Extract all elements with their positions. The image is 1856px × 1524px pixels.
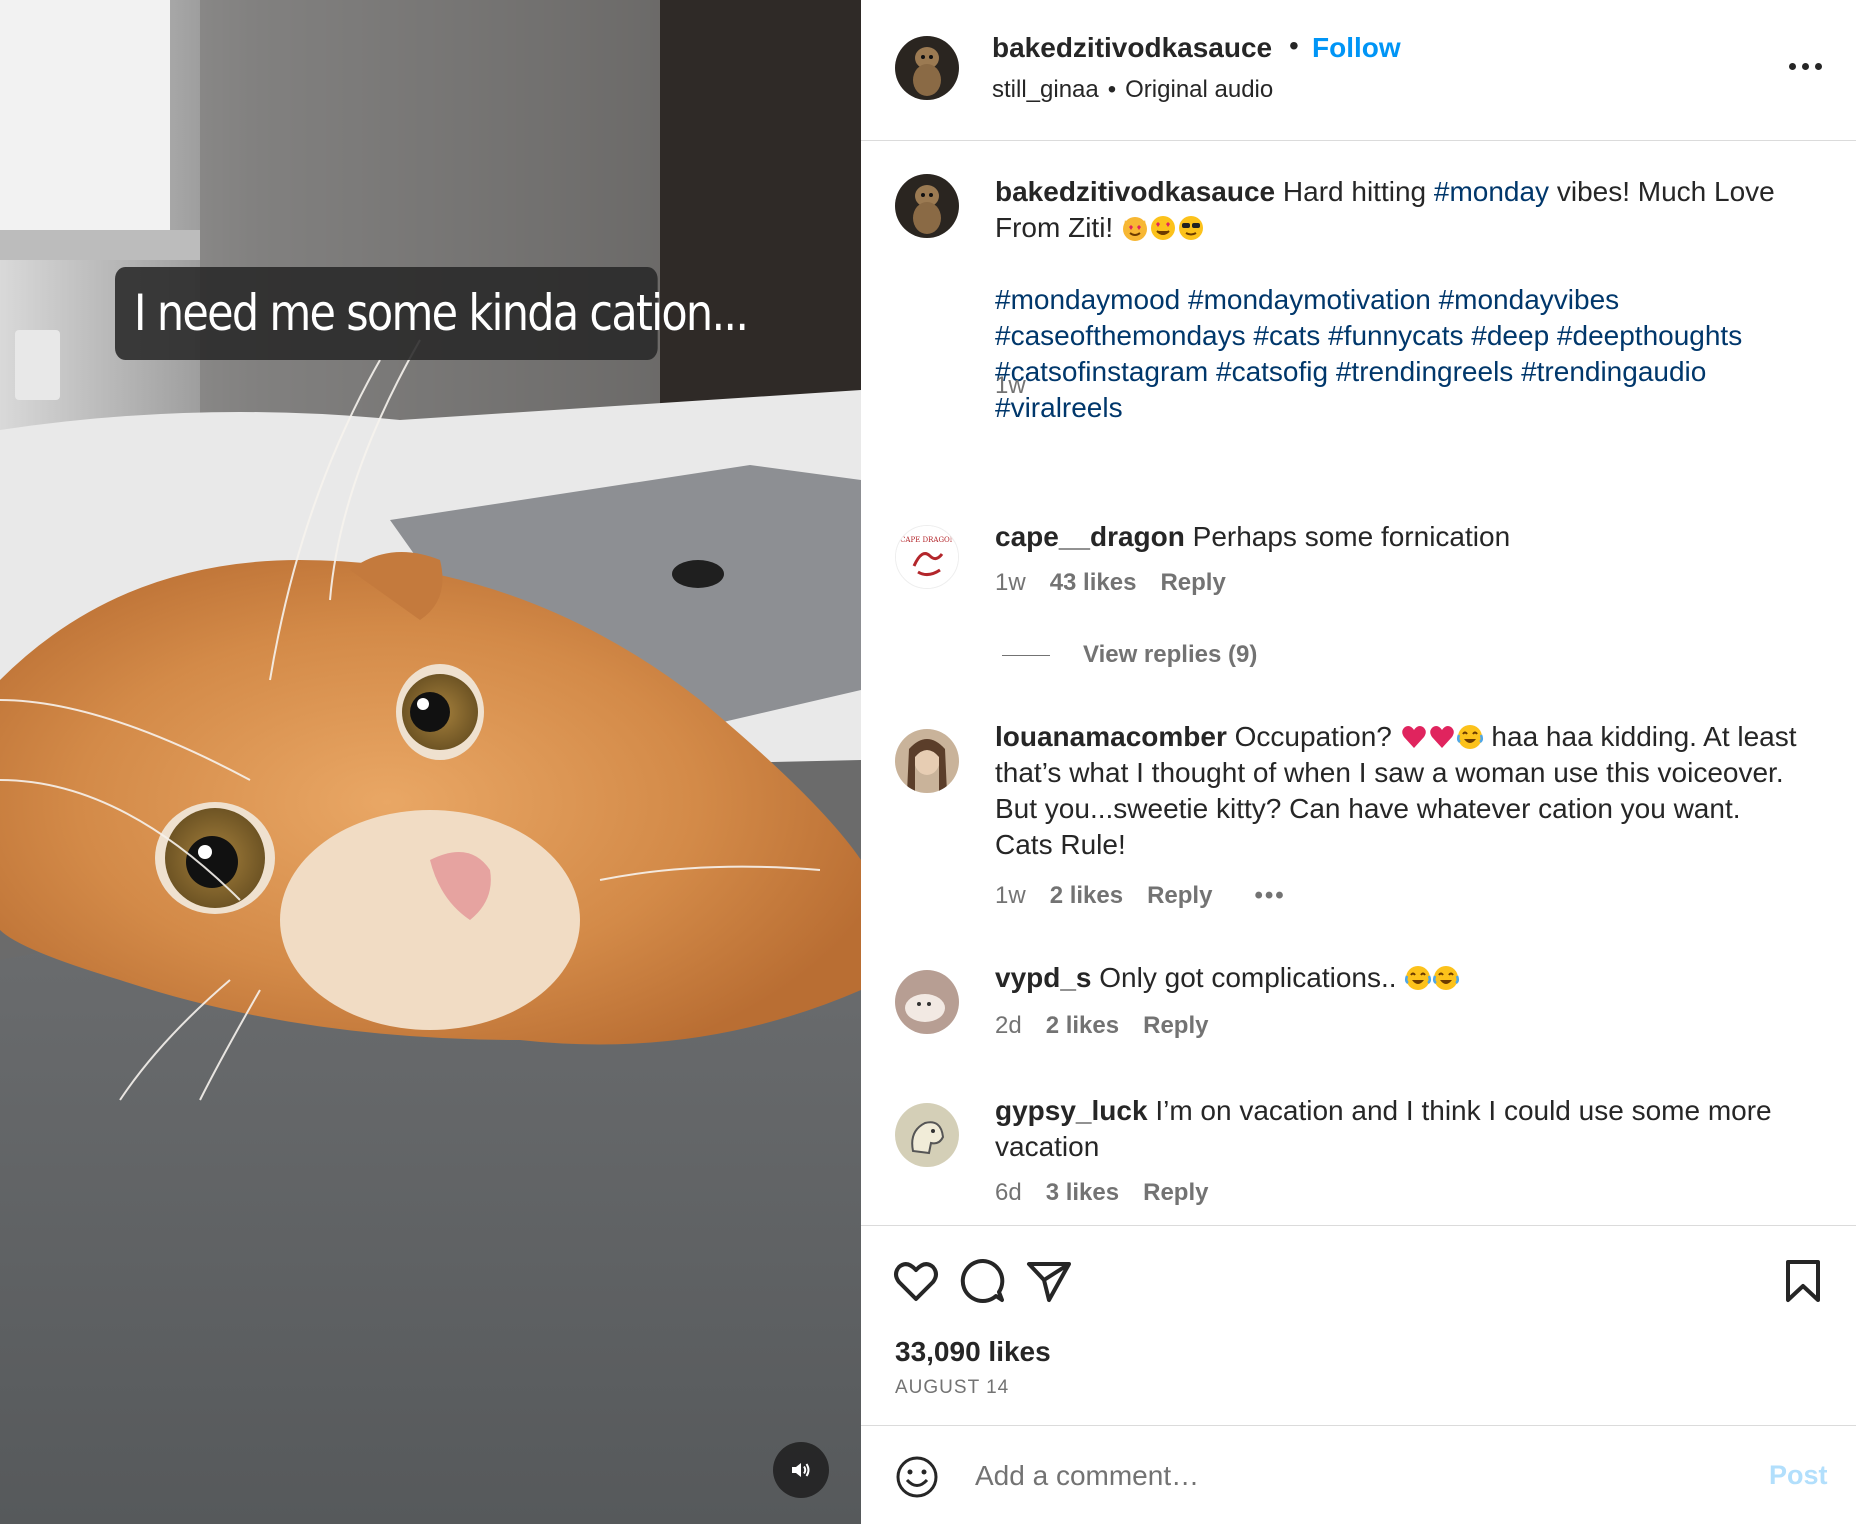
more-horizontal-icon [1788, 62, 1796, 70]
caption-body: Hard hitting [1282, 176, 1427, 207]
add-comment-bar: Post [861, 1425, 1856, 1524]
commenter-avatar[interactable] [895, 970, 959, 1034]
caption-meta: 1w [995, 372, 1050, 400]
speaker-icon [792, 1463, 810, 1477]
reply-button[interactable]: Reply [1160, 569, 1225, 596]
svg-text:CAPE DRAGON: CAPE DRAGON [900, 536, 956, 544]
post-actions: 33,090 likes AUGUST 14 [861, 1225, 1856, 1425]
comment-text: gypsy_luck I’m on vacation and I think I… [995, 1093, 1805, 1165]
comment-text: vypd_s Only got complications.. [995, 960, 1805, 996]
commenter-avatar[interactable]: CAPE DRAGON [895, 525, 959, 589]
comment-like-heart-icon[interactable] [1805, 678, 1831, 704]
hashtags-line[interactable]: #caseofthemondays #cats #funnycats #deep… [995, 318, 1805, 354]
heart-eyes-emoji-icon [1151, 216, 1175, 240]
commenter-username[interactable]: louanamacomber [995, 721, 1227, 752]
view-replies-label: View replies (9) [1083, 641, 1258, 668]
sunglasses-emoji-icon [1179, 216, 1203, 240]
comment-text: louanamacomber Occupation? haa haa kiddi… [995, 719, 1805, 863]
comment-likes[interactable]: 43 likes [1050, 569, 1137, 596]
author-avatar[interactable] [895, 36, 959, 100]
tears-of-joy-emoji-icon [1433, 966, 1460, 990]
comment-meta: 6d 3 likes Reply [995, 1179, 1232, 1207]
commenter-username[interactable]: gypsy_luck [995, 1095, 1148, 1126]
caption-text: bakedzitivodkasauce Hard hitting #monday… [995, 174, 1805, 426]
reply-button[interactable]: Reply [1143, 1179, 1208, 1206]
comment-likes[interactable]: 3 likes [1046, 1179, 1119, 1206]
follow-button[interactable]: Follow [1312, 32, 1401, 64]
author-username[interactable]: bakedzitivodkasauce [992, 32, 1272, 64]
hashtags-line[interactable]: #catsofinstagram #catsofig #trendingreel… [995, 354, 1805, 390]
commenter-avatar[interactable] [895, 729, 959, 793]
comment-body: Only got complications.. [1099, 962, 1397, 993]
comment-meta: 1w 2 likes Reply ••• [995, 882, 1310, 910]
tears-of-joy-emoji-icon [1456, 725, 1483, 749]
original-audio-link[interactable]: Original audio [1125, 76, 1273, 103]
paper-plane-icon[interactable] [1024, 1256, 1074, 1306]
comments-list[interactable]: bakedzitivodkasauce Hard hitting #monday… [861, 142, 1856, 1225]
reel-video[interactable]: I need me some kinda cation... [0, 0, 861, 1524]
audio-attribution: still_ginaa • Original audio [992, 76, 1273, 104]
reply-button[interactable]: Reply [1147, 882, 1212, 909]
hashtags-line[interactable]: #mondaymood #mondaymotivation #mondayvib… [995, 282, 1805, 318]
separator-dot: • [1289, 30, 1299, 61]
smiley-icon[interactable] [895, 1455, 939, 1499]
video-text-overlay: I need me some kinda cation... [115, 267, 749, 360]
red-heart-emoji-icon [1401, 726, 1426, 748]
hashtags-line[interactable]: #viralreels [995, 390, 1805, 426]
comment-likes[interactable]: 2 likes [1050, 882, 1123, 909]
cat-video-frame [0, 0, 861, 1524]
comment-options-button[interactable]: ••• [1254, 882, 1285, 909]
post-panel: bakedzitivodkasauce • Follow still_ginaa… [861, 0, 1856, 1524]
hashtag-link[interactable]: #monday [1434, 176, 1549, 207]
commenter-avatar[interactable] [895, 1103, 959, 1167]
heart-icon[interactable] [891, 1256, 941, 1306]
comment-meta: 2d 2 likes Reply [995, 1012, 1232, 1040]
view-replies-button[interactable]: View replies (9) [1002, 641, 1257, 669]
post-date: AUGUST 14 [895, 1377, 1010, 1398]
replies-line [1002, 654, 1050, 656]
caption-username[interactable]: bakedzitivodkasauce [995, 176, 1275, 207]
more-options-button[interactable] [1783, 52, 1827, 80]
post-header: bakedzitivodkasauce • Follow still_ginaa… [861, 0, 1856, 141]
tears-of-joy-emoji-icon [1405, 966, 1432, 990]
audio-toggle-button[interactable] [773, 1442, 829, 1498]
reply-button[interactable]: Reply [1143, 1012, 1208, 1039]
comment-time[interactable]: 2d [995, 1012, 1022, 1039]
comment-like-heart-icon[interactable] [1805, 879, 1831, 905]
comment-text: cape__dragon Perhaps some fornication [995, 519, 1805, 555]
audio-user-link[interactable]: still_ginaa [992, 76, 1099, 103]
separator-dot: • [1107, 76, 1117, 103]
comment-bubble-icon[interactable] [958, 1256, 1008, 1306]
comment-body: Occupation? [1234, 721, 1392, 752]
cat-heart-eyes-emoji-icon [1123, 217, 1147, 241]
comment-body: Perhaps some fornication [1192, 521, 1511, 552]
comment-input[interactable] [975, 1450, 1695, 1502]
likes-count[interactable]: 33,090 likes [895, 1336, 1051, 1368]
caption-time[interactable]: 1w [995, 372, 1026, 399]
comment-time[interactable]: 6d [995, 1179, 1022, 1206]
author-avatar[interactable] [895, 174, 959, 238]
comment-time[interactable]: 1w [995, 882, 1026, 909]
commenter-username[interactable]: cape__dragon [995, 521, 1185, 552]
more-dot [1814, 62, 1822, 70]
comment-likes[interactable]: 2 likes [1046, 1012, 1119, 1039]
commenter-username[interactable]: vypd_s [995, 962, 1092, 993]
comment-meta: 1w 43 likes Reply [995, 569, 1250, 597]
comment-time[interactable]: 1w [995, 569, 1026, 596]
comment-like-heart-icon[interactable] [1805, 1120, 1831, 1146]
red-heart-emoji-icon [1429, 726, 1454, 748]
bookmark-icon[interactable] [1778, 1256, 1828, 1306]
post-button[interactable]: Post [1769, 1460, 1828, 1491]
more-dot [1801, 62, 1809, 70]
